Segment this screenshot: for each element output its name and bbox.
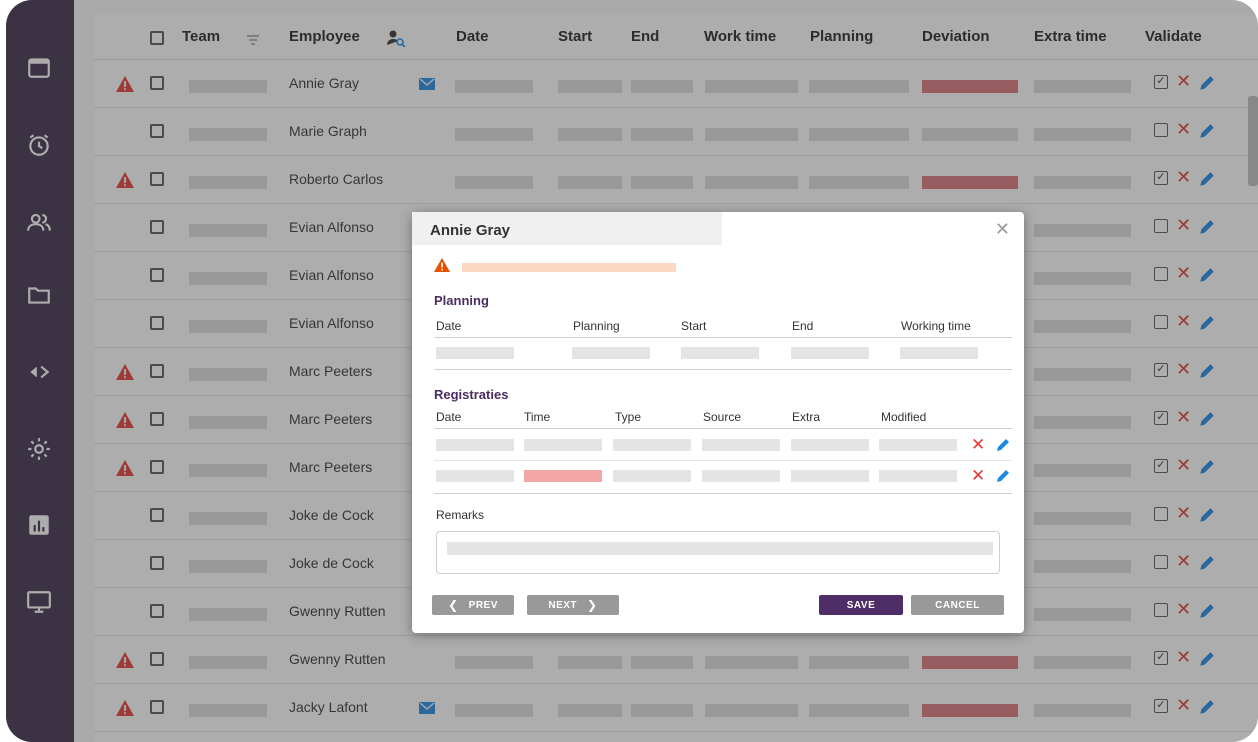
prev-button[interactable]: ❮ PREV	[432, 595, 514, 615]
reg-date-value	[436, 439, 514, 451]
cancel-button-label: CANCEL	[935, 599, 980, 611]
save-button[interactable]: SAVE	[819, 595, 903, 615]
registraties-section-title: Registraties	[434, 387, 509, 402]
edit-pencil-icon[interactable]	[995, 468, 1011, 484]
reg-col-modified: Modified	[881, 410, 927, 424]
divider	[434, 460, 1012, 461]
reg-modified-value	[879, 470, 957, 482]
warning-icon	[434, 258, 450, 272]
divider	[434, 337, 1012, 338]
delete-icon[interactable]: ✕	[971, 435, 985, 455]
save-button-label: SAVE	[846, 599, 876, 611]
delete-icon[interactable]: ✕	[971, 466, 985, 486]
planning-col-start: Start	[681, 319, 707, 333]
warning-message-bar	[462, 263, 676, 272]
remarks-placeholder-bar	[447, 542, 993, 555]
planning-section-title: Planning	[434, 293, 489, 308]
planning-col-date: Date	[436, 319, 462, 333]
reg-type-value	[613, 470, 691, 482]
reg-col-source: Source	[703, 410, 742, 424]
chevron-left-icon: ❮	[448, 598, 459, 612]
employee-detail-dialog: Annie Gray ✕ Planning Date Planning Star…	[412, 212, 1024, 633]
reg-type-value	[613, 439, 691, 451]
prev-button-label: PREV	[468, 599, 498, 611]
reg-modified-value	[879, 439, 957, 451]
reg-col-time: Time	[524, 410, 551, 424]
planning-col-planning: Planning	[573, 319, 620, 333]
remarks-textarea[interactable]	[436, 531, 1000, 574]
divider	[434, 369, 1012, 370]
planning-col-working-time: Working time	[901, 319, 971, 333]
planning-start-value	[681, 347, 759, 359]
reg-col-date: Date	[436, 410, 462, 424]
reg-col-type: Type	[615, 410, 642, 424]
divider	[434, 428, 1012, 429]
reg-extra-value	[791, 470, 869, 482]
next-button[interactable]: NEXT ❯	[527, 595, 619, 615]
close-icon[interactable]: ✕	[995, 219, 1010, 240]
planning-date-value	[436, 347, 514, 359]
chevron-right-icon: ❯	[587, 598, 598, 612]
reg-source-value	[702, 470, 780, 482]
next-button-label: NEXT	[548, 599, 578, 611]
reg-extra-value	[791, 439, 869, 451]
reg-col-extra: Extra	[792, 410, 821, 424]
planning-end-value	[791, 347, 869, 359]
edit-pencil-icon[interactable]	[995, 437, 1011, 453]
cancel-button[interactable]: CANCEL	[911, 595, 1004, 615]
reg-time-value-flagged	[524, 470, 602, 482]
reg-date-value	[436, 470, 514, 482]
app-frame: Team Employee Date Start End Work time P…	[6, 0, 1258, 742]
reg-time-value	[524, 439, 602, 451]
remarks-label: Remarks	[436, 508, 485, 522]
planning-working-time-value	[900, 347, 978, 359]
reg-source-value	[702, 439, 780, 451]
dialog-title: Annie Gray	[430, 222, 511, 239]
divider	[434, 493, 1012, 494]
planning-value	[572, 347, 650, 359]
planning-col-end: End	[792, 319, 814, 333]
